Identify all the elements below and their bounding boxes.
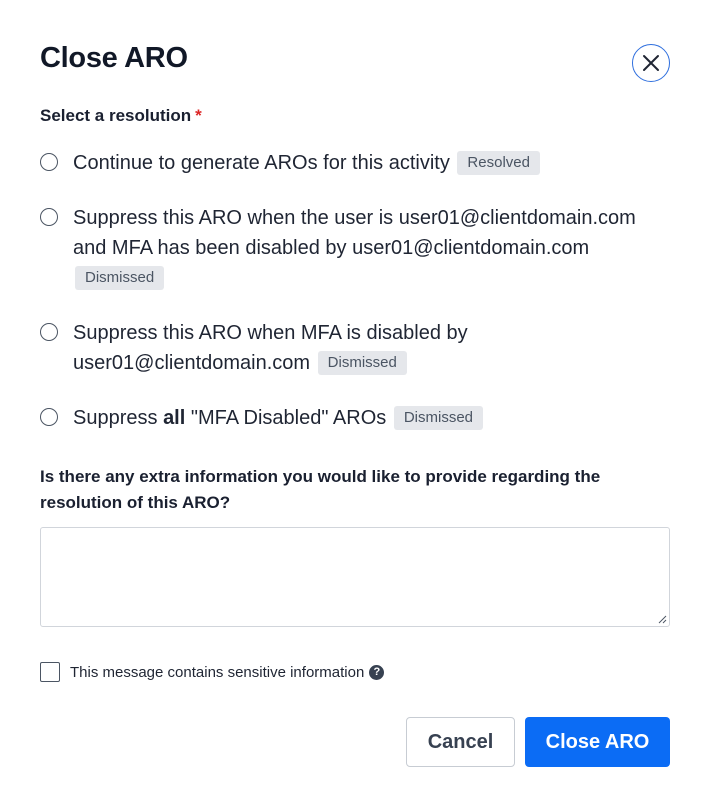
radio-continue[interactable]: [40, 153, 58, 171]
close-icon: [643, 55, 659, 71]
status-badge-dismissed: Dismissed: [317, 351, 407, 375]
status-badge-dismissed: Dismissed: [393, 406, 484, 430]
option-text: Continue to generate AROs for this activ…: [73, 152, 450, 174]
status-badge-resolved: Resolved: [457, 151, 540, 175]
sensitive-info-row: This message contains sensitive informat…: [40, 662, 385, 682]
close-aro-dialog: Close ARO Select a resolution * Continue …: [0, 0, 710, 807]
required-marker: *: [195, 106, 202, 125]
radio-suppress-all[interactable]: [40, 408, 58, 426]
option-text-prefix: Suppress: [73, 407, 158, 429]
extra-info-textarea[interactable]: [40, 527, 670, 627]
option-text-suffix: "MFA Disabled" AROs: [190, 407, 387, 429]
radio-suppress-mfa-by[interactable]: [40, 323, 58, 341]
option-text-line1: Suppress this ARO when the user is user0…: [73, 207, 636, 229]
resolution-option-continue[interactable]: Continue to generate AROs for this activ…: [40, 148, 670, 178]
dialog-title: Close ARO: [40, 42, 188, 74]
extra-info-label: Is there any extra information you would…: [40, 467, 601, 512]
option-text-line1: Suppress this ARO when MFA is disabled b…: [73, 322, 468, 344]
resolution-label-text: Select a resolution: [40, 106, 192, 125]
option-text-line2: and MFA has been disabled by user01@clie…: [73, 237, 590, 259]
sensitive-info-checkbox[interactable]: [40, 662, 60, 682]
sensitive-info-label: This message contains sensitive informat…: [70, 663, 365, 681]
option-text-bold: all: [163, 407, 186, 429]
radio-suppress-user[interactable]: [40, 208, 58, 226]
resize-grip-icon[interactable]: [657, 614, 667, 624]
resolution-option-suppress-user[interactable]: Suppress this ARO when the user is user0…: [40, 203, 670, 293]
dialog-header: Close ARO: [40, 42, 670, 86]
resolution-option-suppress-mfa-by[interactable]: Suppress this ARO when MFA is disabled b…: [40, 318, 670, 378]
cancel-button[interactable]: Cancel: [406, 717, 515, 767]
status-badge-dismissed: Dismissed: [75, 266, 165, 290]
option-text-line2: user01@clientdomain.com: [73, 352, 311, 374]
resolution-label: Select a resolution *: [40, 106, 202, 126]
close-dialog-button[interactable]: [632, 44, 670, 82]
question-circle-icon[interactable]: ?: [369, 664, 385, 680]
resolution-option-suppress-all[interactable]: Suppress all "MFA Disabled" AROs Dismiss…: [40, 403, 670, 433]
close-aro-button[interactable]: Close ARO: [525, 717, 670, 767]
